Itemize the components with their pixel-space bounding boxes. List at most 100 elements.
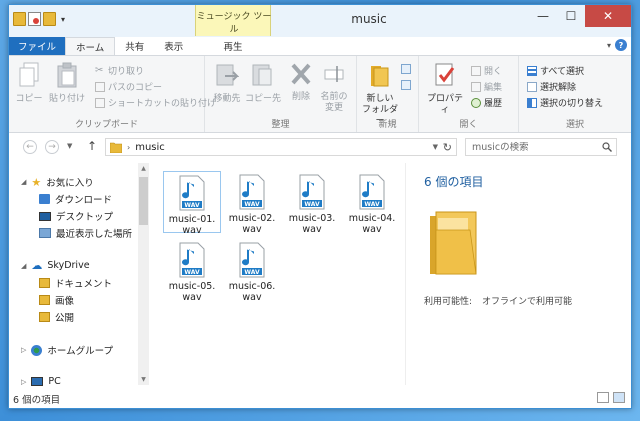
tab-play[interactable]: 再生 [204,37,262,55]
desktop-icon [39,211,51,221]
nav-item-homegroup[interactable]: ▷ ホームグループ [21,343,113,357]
quick-access-toolbar: ▾ [13,12,68,26]
easy-access-button[interactable] [401,80,411,90]
wav-file-icon: WAV [239,174,265,210]
file-item[interactable]: WAV music-01. wav [163,171,221,236]
nav-item-skydrive[interactable]: ◢ ☁ SkyDrive [21,259,90,272]
file-item[interactable]: WAV music-06. wav [223,239,281,303]
properties-qat-icon[interactable] [28,12,41,26]
search-icon[interactable] [602,142,612,152]
downloads-folder-icon [39,194,50,204]
move-to-button[interactable]: 移動先 [211,62,243,105]
new-item-button[interactable] [401,64,411,74]
new-item-icon [401,64,411,74]
folder-icon [39,312,50,322]
folder-icon [39,295,50,305]
history-button[interactable]: 履歴 [471,96,502,109]
select-all-button[interactable]: すべて選択 [527,64,584,77]
back-button[interactable]: ← [23,140,37,154]
search-input[interactable] [472,141,596,153]
invert-selection-button[interactable]: 選択の切り替え [527,96,603,109]
easy-access-icon [401,80,411,90]
select-none-icon [527,81,537,92]
cut-button[interactable]: ✂ 切り取り [95,64,144,77]
help-icon[interactable]: ? [615,39,627,51]
status-bar: 6 個の項目 [9,388,631,408]
chevron-down-icon[interactable]: ▾ [607,41,611,50]
clipboard-group-label: クリップボード [74,120,138,130]
chevron-down-icon[interactable]: ▼ [433,143,438,151]
tab-home[interactable]: ホーム [65,37,116,55]
scroll-down-icon[interactable]: ▼ [138,374,149,385]
forward-button[interactable]: → [45,140,59,154]
properties-icon [435,63,455,86]
invert-selection-icon [527,97,537,108]
nav-scrollbar[interactable]: ▲ ▼ [138,163,149,385]
copy-button[interactable]: コピー [15,62,43,105]
copy-to-button[interactable]: コピー先 [245,62,281,105]
tab-view[interactable]: 表示 [154,37,193,55]
breadcrumb[interactable]: music [135,142,165,153]
item-count-heading: 6 個の項目 [424,175,484,189]
search-box[interactable] [465,138,617,156]
wav-file-icon: WAV [179,175,205,211]
large-icons-view-icon[interactable] [613,392,625,403]
maximize-button[interactable]: ☐ [557,5,585,27]
svg-text:WAV: WAV [364,201,380,208]
open-group-label: 開く [459,120,478,130]
scroll-thumb[interactable] [139,177,148,225]
new-folder-qat-icon[interactable] [43,12,56,26]
nav-item-pictures[interactable]: 画像 [39,293,74,307]
organize-group-label: 整理 [271,120,290,130]
contextual-group-label: ミュージック ツール [196,12,272,35]
svg-text:WAV: WAV [184,269,200,276]
select-group-label: 選択 [565,120,584,130]
close-button[interactable]: ✕ [585,5,631,27]
details-view-icon[interactable] [597,392,609,403]
chevron-down-icon[interactable]: ◢ [21,262,26,270]
minimize-button[interactable]: — [529,5,557,27]
rename-button[interactable]: 名前の 変更 [319,62,349,114]
chevron-right-icon[interactable]: ▷ [21,378,26,386]
properties-button[interactable]: プロパティ [423,62,467,116]
folder-icon [39,278,50,288]
file-item[interactable]: WAV music-02. wav [223,171,281,235]
nav-item-documents[interactable]: ドキュメント [39,276,112,290]
chevron-down-icon[interactable]: ◢ [21,178,26,186]
tab-share[interactable]: 共有 [115,37,154,55]
scroll-up-icon[interactable]: ▲ [138,163,149,174]
chevron-down-icon[interactable]: ▼ [67,142,72,150]
select-none-button[interactable]: 選択解除 [527,80,576,93]
delete-button[interactable]: 削除 [287,62,315,103]
chevron-down-icon[interactable]: ▾ [58,15,68,24]
svg-text:WAV: WAV [244,269,260,276]
nav-item-downloads[interactable]: ダウンロード [39,192,112,206]
computer-icon [31,377,44,386]
nav-item-recent[interactable]: 最近表示した場所 [39,226,132,240]
nav-item-favorites[interactable]: ◢ ★ お気に入り [21,175,94,190]
copy-path-button[interactable]: パスのコピー [95,80,162,93]
tab-file[interactable]: ファイル [9,37,66,55]
nav-item-desktop[interactable]: デスクトップ [39,209,113,223]
explorer-window: ▾ ミュージック ツール music — ☐ ✕ ファイル ホーム 共有 表示 … [8,4,632,409]
paste-shortcut-icon [95,97,105,108]
open-button[interactable]: 開く [471,64,502,77]
file-item[interactable]: WAV music-05. wav [163,239,221,303]
refresh-icon[interactable]: ↻ [443,141,452,154]
nav-item-pc[interactable]: ▷ PC [21,376,61,387]
edit-button[interactable]: 編集 [471,80,502,93]
delete-x-icon [291,63,311,85]
file-item[interactable]: WAV music-03. wav [283,171,341,235]
file-item[interactable]: WAV music-04. wav [343,171,401,235]
paste-button[interactable]: 貼り付け [47,62,87,105]
paste-shortcut-button[interactable]: ショートカットの貼り付け [95,96,216,109]
up-arrow-icon[interactable]: ↑ [87,139,97,153]
chevron-right-icon[interactable]: ▷ [21,346,26,354]
details-pane: 6 個の項目 利用可能性: オフラインで利用可能 [405,163,631,385]
edit-icon [471,81,481,92]
navigation-pane: ◢ ★ お気に入り ダウンロード デスクトップ 最近表示した場所 ◢ ☁ Sky… [9,163,149,387]
folder-icon [13,12,26,26]
ribbon-tabs: ファイル ホーム 共有 表示 再生 ▾ ? [9,37,631,55]
address-field[interactable]: › music ▼ ↻ [105,138,457,156]
nav-item-public[interactable]: 公開 [39,310,74,324]
